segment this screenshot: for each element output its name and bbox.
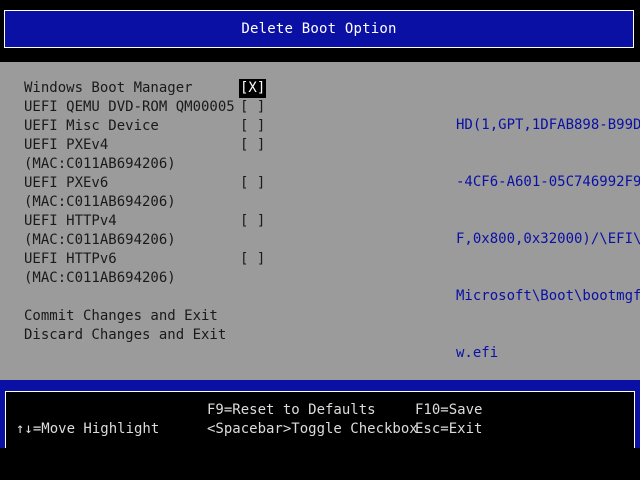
- title-bar: Delete Boot Option: [0, 0, 640, 62]
- title-box: Delete Boot Option: [4, 10, 634, 48]
- mac-address-pxev4: (MAC:C011AB694206): [24, 156, 176, 172]
- key-help-box: F9=Reset to Defaults F10=Save ↑↓=Move Hi…: [5, 391, 635, 451]
- checkbox-uefi-httpv6[interactable]: [ ]: [240, 250, 265, 269]
- commit-changes-and-exit[interactable]: Commit Changes and Exit: [24, 307, 218, 326]
- help-line: w.efi: [456, 345, 499, 361]
- checkbox-windows-boot-manager[interactable]: [X]: [239, 79, 267, 98]
- f9-reset-hint: F9=Reset to Defaults: [207, 402, 376, 418]
- mac-address-httpv6: (MAC:C011AB694206): [24, 270, 176, 286]
- checkbox-uefi-httpv4[interactable]: [ ]: [240, 212, 265, 231]
- boot-option-uefi-httpv6[interactable]: UEFI HTTPv6: [24, 250, 117, 269]
- help-line: -4CF6-A601-05C746992F9: [456, 174, 640, 190]
- discard-changes-and-exit[interactable]: Discard Changes and Exit: [24, 326, 226, 345]
- boot-option-uefi-pxev6[interactable]: UEFI PXEv6: [24, 174, 108, 193]
- boot-option-windows-boot-manager[interactable]: Windows Boot Manager: [24, 79, 193, 98]
- bios-screen: Delete Boot Option Windows Boot Manager …: [0, 0, 640, 480]
- checkbox-uefi-qemu-dvd-rom[interactable]: [ ]: [240, 98, 265, 117]
- checkbox-uefi-misc-device[interactable]: [ ]: [240, 117, 265, 136]
- help-line: Microsoft\Boot\bootmgf: [456, 288, 640, 304]
- main-content: Windows Boot Manager [X] UEFI QEMU DVD-R…: [0, 62, 640, 380]
- move-highlight-hint: ↑↓=Move Highlight: [16, 421, 160, 437]
- boot-option-uefi-misc-device[interactable]: UEFI Misc Device: [24, 117, 159, 136]
- help-line: HD(1,GPT,1DFAB898-B99D: [456, 117, 640, 133]
- help-panel: HD(1,GPT,1DFAB898-B99D -4CF6-A601-05C746…: [456, 78, 640, 401]
- checkbox-uefi-pxev4[interactable]: [ ]: [240, 136, 265, 155]
- boot-option-uefi-qemu-dvd-rom[interactable]: UEFI QEMU DVD-ROM QM00005: [24, 98, 235, 117]
- mac-address-pxev6: (MAC:C011AB694206): [24, 194, 176, 210]
- checkbox-uefi-pxev6[interactable]: [ ]: [240, 174, 265, 193]
- boot-option-uefi-pxev4[interactable]: UEFI PXEv4: [24, 136, 108, 155]
- esc-exit-hint: Esc=Exit: [415, 421, 483, 437]
- help-line: F,0x800,0x32000)/\EFI\: [456, 231, 640, 247]
- page-title: Delete Boot Option: [241, 21, 397, 37]
- spacebar-toggle-hint: <Spacebar>Toggle Checkbox: [207, 421, 418, 437]
- footer-bottom-bar: [0, 448, 640, 480]
- boot-option-uefi-httpv4[interactable]: UEFI HTTPv4: [24, 212, 117, 231]
- f10-save-hint: F10=Save: [415, 402, 483, 418]
- mac-address-httpv4: (MAC:C011AB694206): [24, 232, 176, 248]
